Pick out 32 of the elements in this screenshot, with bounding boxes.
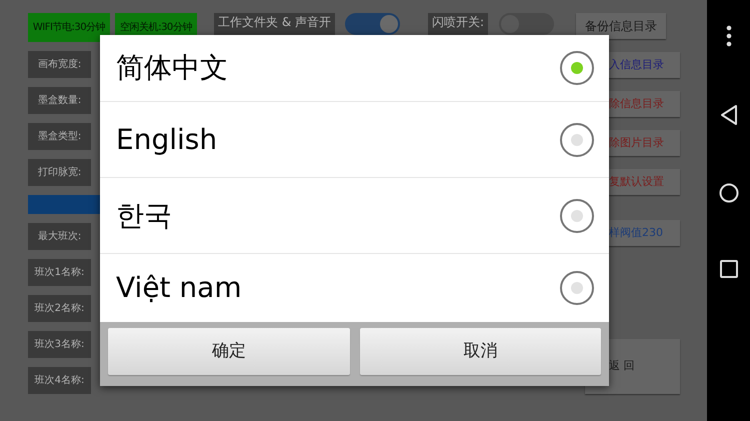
language-name: 简体中文 [116, 50, 228, 86]
radio-button[interactable] [560, 271, 594, 305]
home-icon[interactable] [718, 182, 738, 202]
setting-label: 班次1名称: [28, 259, 91, 286]
radio-button[interactable] [560, 51, 594, 85]
more-options-icon[interactable] [726, 25, 732, 47]
language-option[interactable]: 한국 [100, 177, 609, 253]
setting-label: 班次2名称: [28, 295, 91, 322]
radio-button[interactable] [560, 122, 594, 156]
back-icon[interactable] [720, 104, 738, 125]
toggle-switch[interactable] [345, 13, 400, 35]
dialog-button[interactable]: 取消 [360, 328, 601, 375]
language-name: English [116, 122, 218, 158]
setting-label: 打印脉宽: [28, 159, 91, 186]
dialog-button[interactable]: 确定 [108, 328, 350, 375]
radio-button[interactable] [560, 198, 594, 232]
setting-label: 班次3名称: [28, 331, 91, 358]
setting-label: 墨盒类型: [28, 123, 91, 150]
language-name: Việt nam [116, 270, 242, 306]
recents-icon[interactable] [720, 260, 738, 278]
setting-label: 最大班次: [28, 223, 91, 250]
language-name: 한국 [116, 198, 172, 234]
setting-label: 墨盒数量: [28, 87, 91, 114]
backup-button[interactable]: 备份信息目录 [576, 13, 666, 39]
timer-label: WIFI节电:30分钟 [28, 13, 110, 42]
language-option[interactable]: Việt nam [100, 253, 609, 322]
setting-label: 工作文件夹 & 声音开 [214, 13, 335, 37]
setting-label: 画布宽度: [28, 51, 91, 78]
setting-label: 班次4名称: [28, 367, 91, 394]
toggle-switch[interactable] [499, 13, 554, 35]
setting-label: 闪喷开关: [428, 13, 488, 37]
language-option[interactable]: English [100, 101, 609, 177]
